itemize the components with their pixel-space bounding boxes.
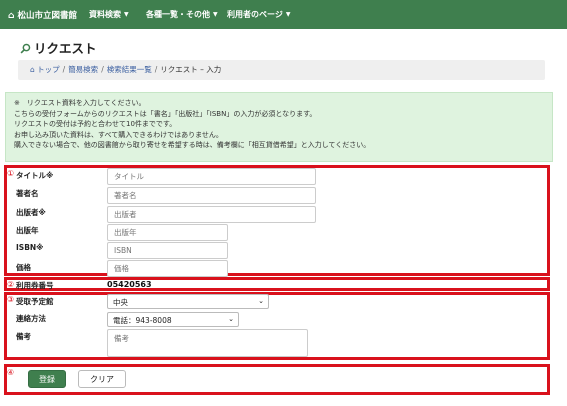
top-navbar: ⌂ 松山市立図書館 資料検索 ▼ 各種一覧・その他 ▼ 利用者のページ ▼: [0, 0, 567, 29]
isbn-input[interactable]: [107, 242, 228, 259]
caret-down-icon: ▼: [213, 11, 218, 18]
notice-line: ※ リクエスト資料を入力してください。: [14, 99, 146, 107]
breadcrumb-simple-search[interactable]: 簡易検索: [68, 65, 98, 74]
nav-search-menu[interactable]: 資料検索 ▼: [89, 9, 129, 20]
title-label: タイトル※: [16, 171, 54, 180]
publisher-label: 出版者※: [16, 208, 46, 217]
chevron-down-icon: ⌄: [228, 315, 234, 323]
submit-button[interactable]: 登録: [28, 370, 66, 388]
breadcrumb-separator: /: [154, 65, 158, 74]
pickup-library-label: 受取予定館: [16, 297, 54, 306]
price-input[interactable]: [107, 260, 228, 277]
note-textarea[interactable]: [107, 329, 308, 357]
notice-line: こちらの受付フォームからのリクエストは「書名」「出版社」「ISBN」の入力が必須…: [14, 109, 317, 118]
site-brand-link[interactable]: ⌂ 松山市立図書館: [8, 9, 77, 21]
chevron-down-icon: ⌄: [258, 297, 264, 305]
marker-4: ④: [7, 368, 15, 377]
page-title-text: リクエスト: [34, 41, 97, 56]
home-icon: ⌂: [30, 65, 35, 74]
price-label: 価格: [16, 263, 31, 272]
card-number-value: 05420563: [107, 280, 152, 289]
marker-1: ①: [7, 169, 15, 178]
notice-line: お申し込み頂いた資料は、すべて購入できるわけではありません。: [14, 130, 223, 139]
author-label: 著者名: [16, 189, 39, 198]
year-input[interactable]: [107, 224, 228, 241]
caret-down-icon: ▼: [124, 11, 129, 18]
nav-lists-label: 各種一覧・その他: [146, 10, 210, 19]
breadcrumb-results[interactable]: 検索結果一覧: [107, 65, 152, 74]
isbn-label: ISBN※: [16, 243, 44, 252]
publisher-input[interactable]: [107, 206, 316, 223]
contact-method-label: 連絡方法: [16, 314, 46, 323]
site-brand-label: 松山市立図書館: [17, 11, 77, 21]
pickup-library-value: 中央: [113, 298, 128, 307]
note-label: 備考: [16, 332, 31, 341]
breadcrumb-home-label: トップ: [37, 65, 60, 74]
clear-button[interactable]: クリア: [78, 370, 126, 388]
nav-user-menu[interactable]: 利用者のページ ▼: [227, 9, 290, 20]
breadcrumb: ⌂ トップ / 簡易検索 / 検索結果一覧 / リクエスト – 入力: [18, 60, 545, 80]
contact-method-select[interactable]: 電話：943-8008 ⌄: [107, 312, 239, 327]
home-icon: ⌂: [8, 11, 15, 21]
breadcrumb-separator: /: [101, 65, 104, 74]
year-label: 出版年: [16, 226, 39, 235]
card-number-label: 利用券番号: [16, 281, 54, 290]
marker-2: ②: [7, 280, 15, 289]
nav-user-label: 利用者のページ: [227, 10, 283, 19]
notice-line: 購入できない場合で、他の図書館から取り寄せを希望する時は、備考欄に「相互貸借希望…: [14, 141, 371, 149]
breadcrumb-current: リクエスト – 入力: [160, 65, 222, 74]
title-input[interactable]: [107, 168, 316, 185]
notice-box: ※ リクエスト資料を入力してください。 こちらの受付フォームからのリクエストは「…: [5, 92, 553, 162]
search-icon: [20, 43, 31, 54]
marker-3: ③: [7, 295, 15, 304]
pickup-library-select[interactable]: 中央 ⌄: [107, 294, 269, 309]
contact-method-value: 電話：943-8008: [113, 316, 172, 325]
breadcrumb-separator: /: [62, 65, 66, 74]
caret-down-icon: ▼: [285, 11, 291, 18]
author-input[interactable]: [107, 187, 316, 204]
page-title: リクエスト: [20, 38, 97, 57]
nav-search-label: 資料検索: [89, 10, 121, 19]
notice-line: リクエストの受付は予約と合わせて10件までです。: [14, 120, 177, 128]
breadcrumb-home[interactable]: ⌂ トップ: [30, 65, 60, 74]
highlight-box-2: [4, 277, 550, 291]
nav-lists-menu[interactable]: 各種一覧・その他 ▼: [146, 9, 218, 20]
